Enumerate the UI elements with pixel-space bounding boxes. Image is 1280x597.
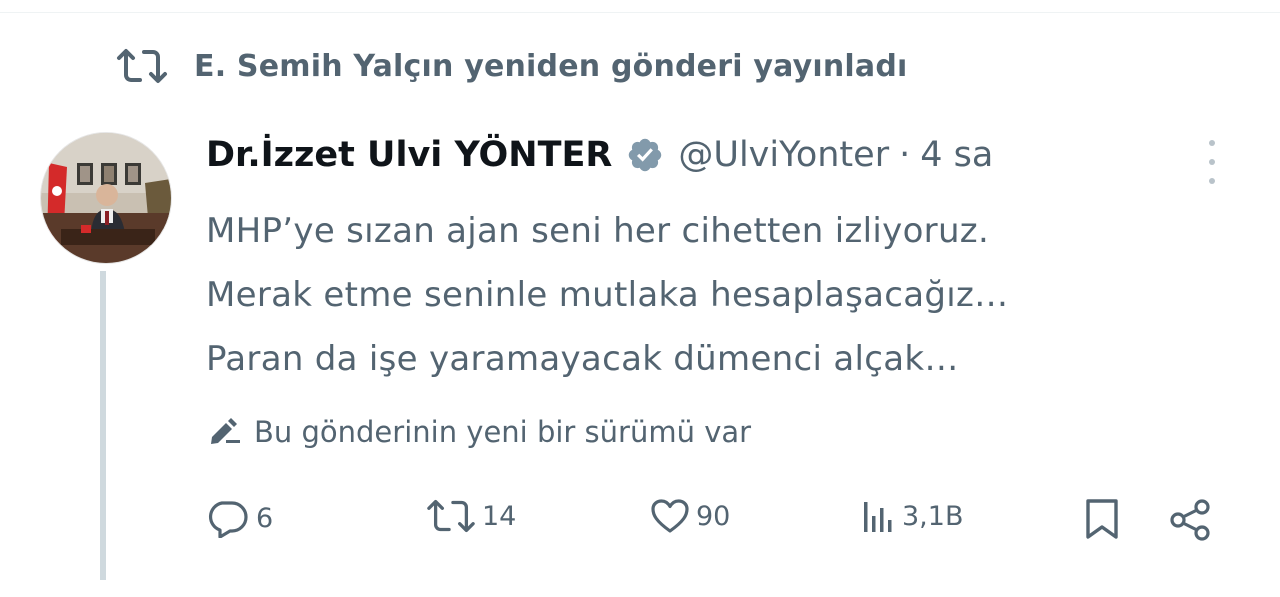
like-button[interactable]: 90 [650, 498, 730, 534]
social-context-text[interactable]: E. Semih Yalçın yeniden gönderi yayınlad… [194, 49, 908, 84]
more-vertical-icon[interactable] [1200, 140, 1224, 184]
like-count: 90 [696, 500, 731, 532]
top-divider [0, 12, 1280, 13]
reply-button[interactable]: 6 [206, 498, 273, 538]
bookmark-button[interactable] [1082, 498, 1122, 540]
edit-notice-text[interactable]: Bu gönderinin yeni bir sürümü var [254, 415, 751, 449]
avatar[interactable] [40, 132, 172, 264]
reply-icon [206, 498, 250, 538]
repost-button[interactable]: 14 [426, 498, 516, 534]
pencil-icon [206, 415, 242, 449]
share-icon [1168, 498, 1214, 542]
tweet-text-line: Paran da işe yaramayacak dümenci alçak… [206, 339, 959, 379]
social-context[interactable]: E. Semih Yalçın yeniden gönderi yayınlad… [116, 48, 908, 84]
views-button[interactable]: 3,1B [862, 498, 963, 534]
edit-notice[interactable]: Bu gönderinin yeni bir sürümü var [206, 415, 751, 449]
heart-icon [650, 498, 690, 534]
views-count: 3,1B [902, 500, 964, 532]
thread-line [100, 271, 106, 580]
bookmark-icon [1082, 498, 1122, 540]
action-bar: 6 14 90 3,1B [206, 498, 1226, 548]
repost-count: 14 [482, 500, 517, 532]
timestamp[interactable]: 4 sa [920, 135, 993, 175]
views-chart-icon [862, 498, 896, 534]
tweet-text-line: Merak etme seninle mutlaka hesaplaşacağı… [206, 275, 1009, 315]
display-name[interactable]: Dr.İzzet Ulvi YÖNTER [206, 135, 612, 175]
separator-dot: · [899, 135, 911, 175]
verified-badge-icon[interactable] [626, 136, 664, 174]
handle[interactable]: @UlviYonter [678, 135, 889, 175]
repost-icon [426, 498, 476, 534]
share-button[interactable] [1168, 498, 1214, 542]
reply-count: 6 [256, 502, 274, 534]
tweet-header: Dr.İzzet Ulvi YÖNTER @UlviYonter · 4 sa [206, 135, 993, 175]
tweet-text: MHP’ye sızan ajan seni her cihetten izli… [206, 199, 1246, 391]
repost-icon [116, 48, 168, 84]
tweet-text-line: MHP’ye sızan ajan seni her cihetten izli… [206, 211, 990, 251]
